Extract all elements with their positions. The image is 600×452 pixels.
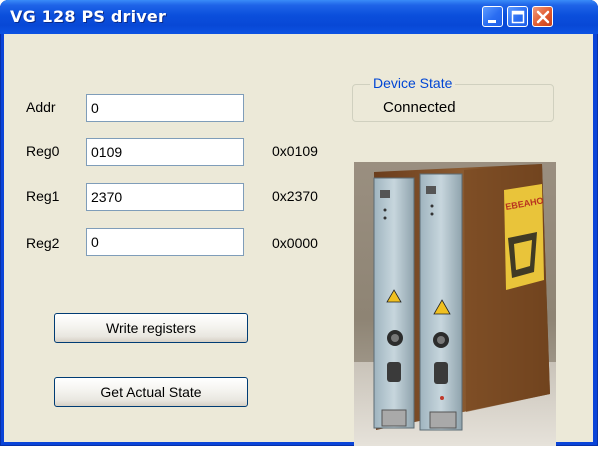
window-title: VG 128 PS driver [10, 7, 167, 26]
reg2-hex-value: 0x0000 [272, 235, 318, 251]
title-bar[interactable]: VG 128 PS driver [0, 0, 598, 34]
get-actual-state-button[interactable]: Get Actual State [54, 377, 248, 407]
device-state-legend: Device State [370, 75, 456, 91]
device-photo: ЕВЕАНО [354, 162, 556, 446]
reg0-input[interactable] [86, 138, 244, 166]
close-button[interactable] [532, 6, 553, 27]
minimize-button[interactable] [482, 6, 503, 27]
write-registers-button[interactable]: Write registers [54, 313, 248, 343]
addr-label: Addr [26, 99, 56, 115]
addr-input[interactable] [86, 94, 244, 122]
device-state-value: Connected [383, 99, 456, 116]
module-panel-left [373, 177, 415, 429]
reg0-hex-value: 0x0109 [272, 143, 318, 159]
maximize-button[interactable] [507, 6, 528, 27]
reg2-label: Reg2 [26, 235, 60, 251]
reg1-input[interactable] [86, 183, 244, 211]
client-area: Addr Reg0 0x0109 Reg1 0x2370 Reg2 0x0000… [4, 34, 593, 446]
reg1-label: Reg1 [26, 188, 60, 204]
minimize-icon [488, 20, 496, 23]
reg0-label: Reg0 [26, 143, 60, 159]
maximize-icon [511, 10, 525, 24]
reg1-hex-value: 0x2370 [272, 188, 318, 204]
reg2-input[interactable] [86, 228, 244, 256]
app-window: VG 128 PS driver Addr Reg0 0x0109 Reg1 0… [0, 0, 598, 446]
warning-label: ЕВЕАНО [504, 184, 544, 290]
close-icon [536, 10, 550, 24]
